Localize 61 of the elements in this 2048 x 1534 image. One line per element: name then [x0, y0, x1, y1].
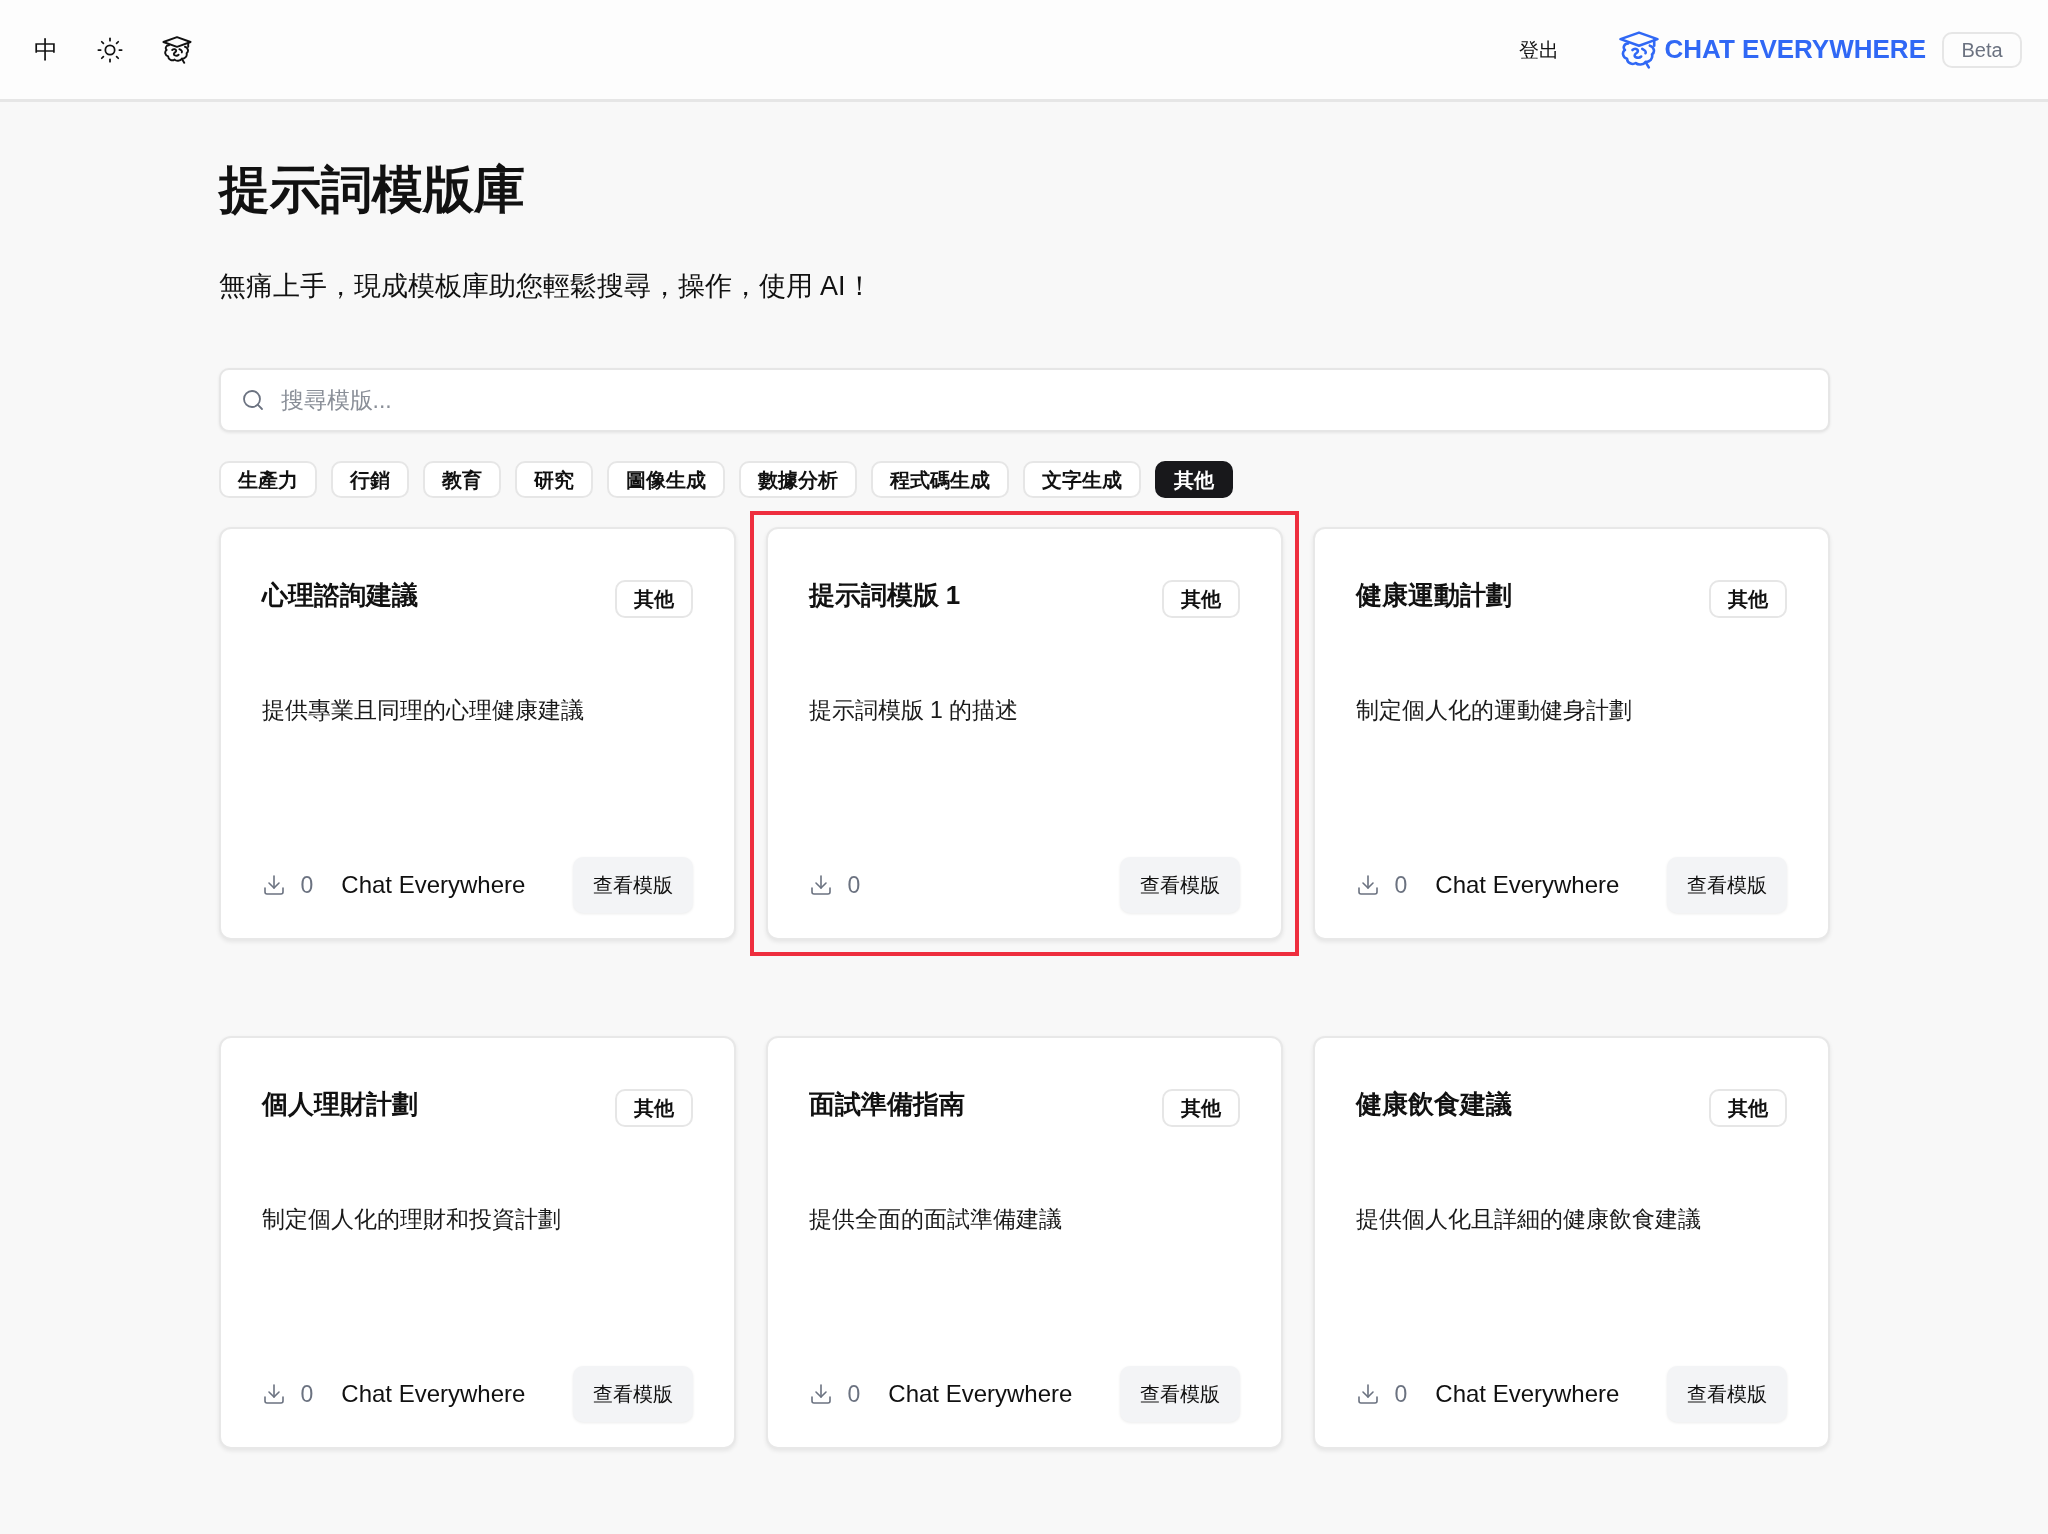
card-title: 心理諮詢建議	[261, 580, 418, 610]
category-tab[interactable]: 文字生成	[1022, 461, 1141, 498]
download-icon	[1355, 1382, 1380, 1406]
download-count: 0	[1394, 1379, 1408, 1409]
page-title: 提示詞模版庫	[218, 160, 526, 220]
brand-name: CHAT EVERYWHERE	[1664, 33, 1926, 66]
download-icon	[261, 873, 286, 897]
category-tab[interactable]: 圖像生成	[606, 461, 725, 498]
card-description: 提示詞模版 1 的描述	[808, 696, 1020, 725]
category-tag: 其他	[1161, 1089, 1240, 1127]
download-count: 0	[847, 870, 861, 900]
download-icon	[808, 873, 833, 897]
category-tag: 其他	[614, 580, 693, 618]
search-field[interactable]: 搜尋模版...	[218, 368, 1830, 432]
sun-icon[interactable]	[96, 35, 124, 64]
category-tab[interactable]: 其他	[1154, 461, 1233, 498]
view-template-button[interactable]: 查看模版	[572, 857, 693, 913]
author-name: Chat Everywhere	[1435, 1379, 1620, 1409]
category-tab[interactable]: 研究	[514, 461, 593, 498]
author-name: Chat Everywhere	[341, 870, 526, 900]
card-title: 提示詞模版 1	[808, 580, 961, 610]
category-tab[interactable]: 教育	[422, 461, 501, 498]
card-description: 提供全面的面試準備建議	[808, 1205, 1063, 1234]
download-count: 0	[1394, 870, 1408, 900]
author-name: Chat Everywhere	[341, 1379, 526, 1409]
category-tag: 其他	[1708, 580, 1787, 618]
view-template-button[interactable]: 查看模版	[572, 1366, 693, 1422]
category-tag: 其他	[1708, 1089, 1787, 1127]
category-tab[interactable]: 數據分析	[738, 461, 857, 498]
logout-button[interactable]: 登出	[1518, 34, 1559, 65]
category-tag: 其他	[614, 1089, 693, 1127]
download-icon	[261, 1382, 286, 1406]
download-count: 0	[300, 870, 314, 900]
graduation-brain-icon	[1618, 30, 1659, 69]
view-template-button[interactable]: 查看模版	[1119, 1366, 1240, 1422]
graduation-brain-icon[interactable]	[162, 35, 192, 64]
card-title: 健康飲食建議	[1355, 1089, 1512, 1119]
card-title: 個人理財計劃	[261, 1089, 418, 1119]
author-name: Chat Everywhere	[1435, 870, 1620, 900]
language-toggle[interactable]: 中	[34, 35, 58, 64]
download-count: 0	[847, 1379, 861, 1409]
category-tab[interactable]: 程式碼生成	[870, 461, 1009, 498]
category-tab[interactable]: 生產力	[218, 461, 317, 498]
card-description: 提供個人化且詳細的健康飲食建議	[1355, 1205, 1702, 1234]
search-icon	[240, 388, 265, 412]
card-title: 健康運動計劃	[1355, 580, 1512, 610]
author-name: Chat Everywhere	[888, 1379, 1073, 1409]
card-description: 提供專業且同理的心理健康建議	[261, 696, 585, 725]
beta-badge: Beta	[1942, 31, 2022, 68]
view-template-button[interactable]: 查看模版	[1666, 857, 1787, 913]
download-icon	[808, 1382, 833, 1406]
category-tag: 其他	[1161, 580, 1240, 618]
card-title: 面試準備指南	[808, 1089, 965, 1119]
download-count: 0	[300, 1379, 314, 1409]
card-description: 制定個人化的運動健身計劃	[1355, 696, 1633, 725]
download-icon	[1355, 873, 1380, 897]
card-description: 制定個人化的理財和投資計劃	[261, 1205, 562, 1234]
view-template-button[interactable]: 查看模版	[1666, 1366, 1787, 1422]
view-template-button[interactable]: 查看模版	[1119, 857, 1240, 913]
category-tab[interactable]: 行銷	[330, 461, 409, 498]
page-subtitle: 無痛上手，現成模板庫助您輕鬆搜尋，操作，使用 AI！	[218, 270, 874, 303]
